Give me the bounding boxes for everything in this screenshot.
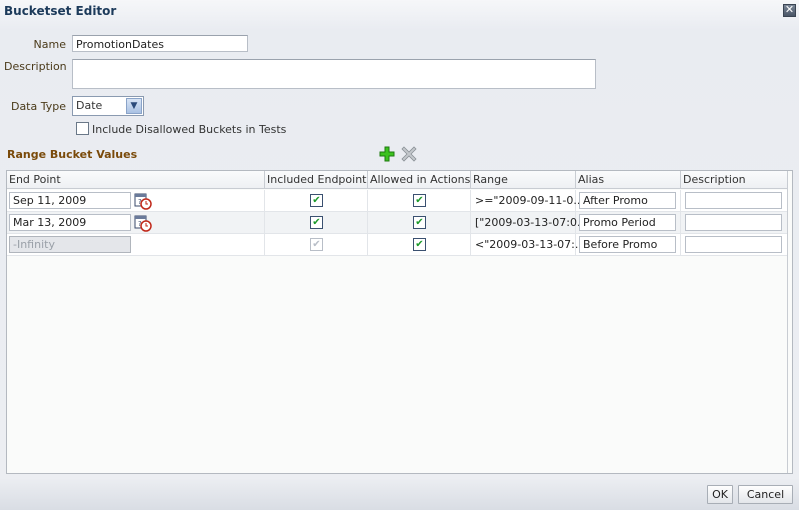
allowed-in-actions-checkbox[interactable]: ✔ — [413, 216, 426, 229]
included-endpoint-checkbox[interactable]: ✔ — [310, 216, 323, 229]
add-icon[interactable] — [379, 146, 395, 162]
included-endpoint-checkbox[interactable]: ✔ — [310, 194, 323, 207]
description-label: Description — [4, 60, 67, 73]
dialog-footer — [0, 478, 799, 510]
column-header-range[interactable]: Range — [471, 171, 576, 189]
end-point-cell: Mar 13, 2009? — [7, 212, 265, 233]
range-cell: <"2009-03-13-07:... — [471, 234, 585, 255]
allowed-in-actions-cell: ✔ — [368, 212, 471, 233]
included-endpoint-cell: ✔ — [265, 212, 368, 233]
range-text: ["2009-03-13-07:0... — [475, 216, 588, 229]
description-cell — [681, 190, 788, 211]
data-type-value: Date — [76, 99, 103, 112]
allowed-in-actions-cell: ✔ — [368, 234, 471, 255]
data-type-select[interactable]: Date ▼ — [72, 96, 144, 116]
alias-input[interactable]: After Promo — [579, 192, 676, 209]
vertical-scrollbar[interactable] — [787, 171, 792, 473]
alias-cell: Promo Period — [576, 212, 681, 233]
range-bucket-table: End Point Included Endpoint Allowed in A… — [6, 170, 793, 474]
included-endpoint-checkbox: ✔ — [310, 238, 323, 251]
allowed-in-actions-checkbox[interactable]: ✔ — [413, 194, 426, 207]
table-row[interactable]: Mar 13, 2009? ✔ ✔ ["2009-03-13-07:0... Promo… — [7, 212, 788, 234]
end-point-input: -Infinity — [9, 236, 131, 253]
bucketset-editor-dialog: Bucketset Editor ✕ Name PromotionDates D… — [0, 0, 799, 510]
allowed-in-actions-cell: ✔ — [368, 190, 471, 211]
included-endpoint-cell: ✔ — [265, 234, 368, 255]
dialog-title: Bucketset Editor — [4, 4, 117, 18]
chevron-down-icon[interactable]: ▼ — [126, 98, 142, 114]
column-header-description[interactable]: Description — [681, 171, 788, 189]
cancel-button[interactable]: Cancel — [738, 485, 793, 504]
range-cell: ["2009-03-13-07:0... — [471, 212, 587, 233]
column-header-allowed-in-actions[interactable]: Allowed in Actions — [368, 171, 471, 189]
description-cell — [681, 212, 788, 233]
include-disallowed-label: Include Disallowed Buckets in Tests — [92, 123, 287, 136]
delete-icon[interactable] — [401, 146, 417, 162]
range-cell: >="2009-09-11-0... — [471, 190, 584, 211]
alias-input[interactable]: Promo Period — [579, 214, 676, 231]
range-text: <"2009-03-13-07:... — [475, 238, 586, 251]
alias-cell: Before Promo — [576, 234, 681, 255]
name-label: Name — [33, 38, 66, 51]
row-description-input[interactable] — [685, 192, 782, 209]
data-type-label: Data Type — [10, 100, 66, 113]
row-description-input[interactable] — [685, 236, 782, 253]
calendar-icon[interactable]: ? — [134, 192, 152, 210]
calendar-icon[interactable]: ? — [134, 214, 152, 232]
description-cell — [681, 234, 788, 255]
alias-input[interactable]: Before Promo — [579, 236, 676, 253]
ok-button[interactable]: OK — [707, 485, 733, 504]
table-header: End Point Included Endpoint Allowed in A… — [7, 171, 788, 189]
row-description-input[interactable] — [685, 214, 782, 231]
end-point-input[interactable]: Sep 11, 2009 — [9, 192, 131, 209]
close-icon[interactable]: ✕ — [783, 4, 796, 17]
include-disallowed-checkbox[interactable] — [76, 122, 89, 135]
table-row[interactable]: -Infinity ✔ ✔ <"2009-03-13-07:... Before Pro… — [7, 234, 788, 256]
column-header-end-point[interactable]: End Point — [7, 171, 265, 189]
column-header-alias[interactable]: Alias — [576, 171, 681, 189]
end-point-input[interactable]: Mar 13, 2009 — [9, 214, 131, 231]
table-row[interactable]: Sep 11, 2009? ✔ ✔ >="2009-09-11-0... After P… — [7, 190, 788, 212]
allowed-in-actions-checkbox[interactable]: ✔ — [413, 238, 426, 251]
range-text: >="2009-09-11-0... — [475, 194, 584, 207]
description-input[interactable] — [72, 59, 596, 89]
included-endpoint-cell: ✔ — [265, 190, 368, 211]
end-point-cell: -Infinity — [7, 234, 265, 255]
end-point-cell: Sep 11, 2009? — [7, 190, 265, 211]
name-input[interactable]: PromotionDates — [72, 35, 248, 52]
section-title: Range Bucket Values — [7, 148, 138, 161]
column-header-included-endpoint[interactable]: Included Endpoint — [265, 171, 368, 189]
alias-cell: After Promo — [576, 190, 681, 211]
